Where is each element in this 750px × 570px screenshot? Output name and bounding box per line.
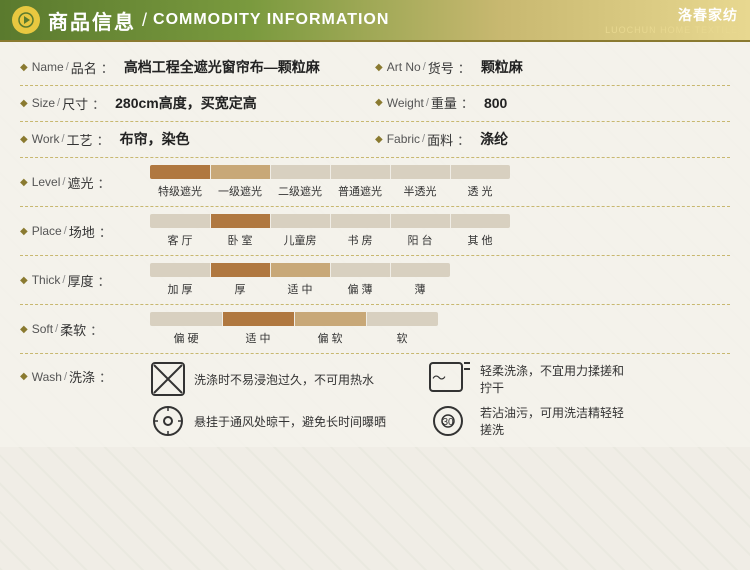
place-label-1: 卧 室: [210, 232, 270, 248]
soft-label-en: Soft: [32, 322, 53, 336]
size-label-cn: 尺寸: [62, 94, 88, 113]
row-name-artno: ◆ Name / 品名 ： 高档工程全遮光窗帘布—颗粒麻 ◆ Art No / …: [20, 50, 730, 86]
soft-label-1: 适 中: [222, 330, 294, 346]
level-label-1: 一级遮光: [210, 183, 270, 199]
thick-scale: 加 厚 厚 适 中 偏 薄 薄: [150, 263, 450, 297]
place-label-cn: 场地: [69, 222, 95, 241]
artno-label-en: Art No: [387, 60, 421, 74]
level-label-0: 特级遮光: [150, 183, 210, 199]
thick-label-1: 厚: [210, 281, 270, 297]
thick-label-cn: 厚度: [67, 271, 93, 290]
header-title-en: COMMODITY INFORMATION: [153, 11, 389, 29]
header-slash: /: [142, 10, 147, 31]
weight-label-en: Weight: [387, 96, 424, 110]
wash-text-1: 洗涤时不易浸泡过久，不可用热水: [194, 371, 400, 388]
place-label-5: 其 他: [450, 232, 510, 248]
weight-label-cn: 重量: [431, 93, 457, 112]
work-label-cn: 工艺: [67, 130, 93, 149]
diamond-artno: ◆: [375, 62, 383, 73]
soft-label-cn: 柔软: [60, 320, 86, 339]
thick-label-0: 加 厚: [150, 281, 210, 297]
diamond-weight: ◆: [375, 97, 383, 108]
wash-text-3: 悬挂于通风处晾干，避免长时间曝晒: [194, 413, 400, 430]
field-name: ◆ Name / 品名 ： 高档工程全遮光窗帘布—颗粒麻: [20, 57, 375, 77]
diamond-name: ◆: [20, 62, 28, 73]
row-soft: ◆ Soft / 柔软 ： 偏 硬 适 中 偏 软 软: [20, 305, 730, 354]
level-label-en: Level: [32, 175, 61, 189]
wash-icon-cross: [150, 361, 186, 397]
field-weight: ◆ Weight / 重量 ： 800: [375, 93, 730, 112]
artno-value: 颗粒麻: [481, 57, 523, 77]
wash-icon-gentle: 〜: [428, 361, 472, 397]
place-label-3: 书 房: [330, 232, 390, 248]
row-wash: ◆ Wash / 洗涤 ： 洗涤时不易浸泡过久，不可用热水: [20, 354, 730, 439]
soft-label-3: 软: [366, 330, 438, 346]
row-level: ◆ Level / 遮光 ： 特级遮光 一级遮光: [20, 158, 730, 207]
place-label-4: 阳 台: [390, 232, 450, 248]
wash-text-4: 若沾油污，可用洗洁精轻轻搓洗: [480, 404, 634, 438]
field-size: ◆ Size / 尺寸 ： 280cm高度，买宽定高: [20, 93, 375, 113]
thick-label-en: Thick: [32, 273, 61, 287]
level-label-2: 二级遮光: [270, 183, 330, 199]
place-scale: 客 厅 卧 室 儿童房 书 房 阳 台 其 他: [150, 214, 510, 248]
size-value: 280cm高度，买宽定高: [115, 93, 257, 113]
size-label-en: Size: [32, 96, 55, 110]
wash-icon-scrub: 30: [428, 403, 472, 439]
row-place: ◆ Place / 场地 ： 客 厅 卧 室 儿童房: [20, 207, 730, 256]
wash-label-cn: 洗涤: [69, 367, 95, 386]
diamond-work: ◆: [20, 134, 28, 145]
field-work: ◆ Work / 工艺 ： 布帘，染色: [20, 129, 375, 149]
header-bar: 商品信息 / COMMODITY INFORMATION 洛春家纺 LUOCHU…: [0, 0, 750, 42]
place-label-2: 儿童房: [270, 232, 330, 248]
soft-label-2: 偏 软: [294, 330, 366, 346]
work-value: 布帘，染色: [120, 129, 190, 149]
diamond-size: ◆: [20, 98, 28, 109]
brand-logo: 洛春家纺 LUOCHUN HOME TEXTILE: [605, 5, 738, 35]
row-size-weight: ◆ Size / 尺寸 ： 280cm高度，买宽定高 ◆ Weight / 重量…: [20, 86, 730, 122]
thick-label-4: 薄: [390, 281, 450, 297]
wash-text-2: 轻柔洗涤，不宜用力揉搓和拧干: [480, 362, 634, 396]
logo-cn: 洛春家纺: [605, 5, 738, 25]
svg-text:30: 30: [442, 417, 454, 428]
svg-text:〜: 〜: [432, 370, 446, 386]
wash-icon-hang: [150, 403, 186, 439]
level-label-4: 半透光: [390, 183, 450, 199]
thick-label-3: 偏 薄: [330, 281, 390, 297]
wash-content: 洗涤时不易浸泡过久，不可用热水 〜 轻柔洗涤，不宜用力揉搓和拧干: [150, 361, 634, 439]
soft-scale: 偏 硬 适 中 偏 软 软: [150, 312, 438, 346]
header-icon: [12, 6, 40, 34]
soft-label-0: 偏 硬: [150, 330, 222, 346]
main-container: 商品信息 / COMMODITY INFORMATION 洛春家纺 LUOCHU…: [0, 0, 750, 570]
artno-label-cn: 货号: [428, 58, 454, 77]
level-label-3: 普通遮光: [330, 183, 390, 199]
logo-en: LUOCHUN HOME TEXTILE: [605, 25, 738, 35]
content-area: ◆ Name / 品名 ： 高档工程全遮光窗帘布—颗粒麻 ◆ Art No / …: [0, 42, 750, 447]
fabric-label-en: Fabric: [387, 132, 420, 146]
level-label-cn: 遮光: [67, 173, 93, 192]
work-label-en: Work: [32, 132, 60, 146]
level-label-5: 透 光: [450, 183, 510, 199]
name-value: 高档工程全遮光窗帘布—颗粒麻: [124, 57, 320, 77]
field-artno: ◆ Art No / 货号 ： 颗粒麻: [375, 57, 730, 77]
row-work-fabric: ◆ Work / 工艺 ： 布帘，染色 ◆ Fabric / 面料 ： 涤纶: [20, 122, 730, 158]
row-thick: ◆ Thick / 厚度 ： 加 厚 厚 适 中 偏 薄: [20, 256, 730, 305]
name-label-en: Name: [32, 60, 64, 74]
name-label-cn: 品名: [71, 58, 97, 77]
place-label-en: Place: [32, 224, 62, 238]
level-scale: 特级遮光 一级遮光 二级遮光 普通遮光 半透光 透 光: [150, 165, 510, 199]
place-label-0: 客 厅: [150, 232, 210, 248]
header-title-cn: 商品信息: [48, 6, 136, 35]
wash-label-en: Wash: [32, 370, 62, 384]
fabric-label-cn: 面料: [427, 130, 453, 149]
thick-label-2: 适 中: [270, 281, 330, 297]
weight-value: 800: [484, 95, 507, 111]
fabric-value: 涤纶: [480, 129, 508, 149]
diamond-fabric: ◆: [375, 134, 383, 145]
field-fabric: ◆ Fabric / 面料 ： 涤纶: [375, 129, 730, 149]
